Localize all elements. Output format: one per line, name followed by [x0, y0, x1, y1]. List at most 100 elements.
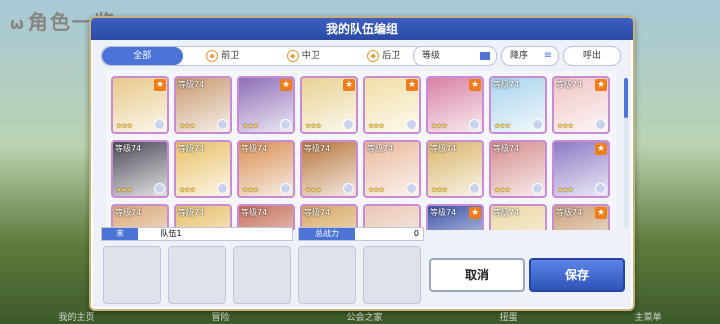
- role-icon: [406, 183, 417, 194]
- role-icon: [280, 119, 291, 130]
- character-grid: ★★★ ★ 等级74 ★★★ ★★★ ★ ★★★ ★ ★★★ ★ ★★★ ★ 等级74 ★★★ 等级74 ★★…: [106, 71, 616, 230]
- card-level: 等级74: [304, 208, 331, 217]
- character-card[interactable]: ★★★ ★: [426, 76, 484, 134]
- card-level: 等级74: [367, 144, 394, 153]
- role-icon: [469, 119, 480, 130]
- character-card[interactable]: ★★★ ★: [300, 76, 358, 134]
- card-stars: ★★★: [116, 122, 133, 130]
- total-power-bar: 总战力 0: [298, 227, 424, 241]
- character-card[interactable]: ★★★ ★: [363, 76, 421, 134]
- card-stars: ★★★: [179, 186, 196, 194]
- favorite-star-icon: ★: [595, 79, 607, 91]
- card-stars: ★★★: [305, 122, 322, 130]
- tab-middle-label: 中卫: [301, 51, 320, 61]
- card-level: 等级74: [493, 80, 520, 89]
- character-card[interactable]: 等级74 ★★★: [111, 140, 169, 198]
- card-level: 等级74: [304, 144, 331, 153]
- team-slot-4[interactable]: [298, 246, 356, 304]
- order-toggle[interactable]: 降序 ≡: [501, 46, 559, 66]
- sort-icon: [480, 52, 490, 60]
- character-card[interactable]: ★★★ ★: [552, 140, 610, 198]
- tab-back-label: 后卫: [382, 51, 401, 61]
- card-stars: ★★★: [557, 122, 574, 130]
- character-card[interactable]: 等级74 ★★★: [489, 76, 547, 134]
- character-card[interactable]: ★★★ ★: [237, 76, 295, 134]
- card-level: 等级74: [556, 208, 583, 217]
- tab-middle[interactable]: ◆ 中卫: [263, 47, 344, 65]
- call-label: 呼出: [582, 51, 601, 61]
- tab-front[interactable]: ◆ 前卫: [183, 47, 264, 65]
- character-card[interactable]: 等级74★★★: [363, 140, 421, 198]
- scrollbar-thumb[interactable]: [624, 78, 628, 118]
- card-level: 等级74: [115, 208, 142, 217]
- team-name-bar: 末 队伍1: [101, 227, 293, 241]
- nav-adventure[interactable]: 冒险: [211, 310, 229, 324]
- tab-all[interactable]: 全部: [102, 47, 183, 65]
- card-stars: ★★★: [242, 122, 259, 130]
- card-level: 等级74: [115, 144, 142, 153]
- call-button[interactable]: 呼出: [563, 46, 621, 66]
- grid-scrollbar[interactable]: [624, 78, 628, 228]
- card-stars: ★★★: [494, 122, 511, 130]
- team-slot-3[interactable]: [233, 246, 291, 304]
- nav-guild[interactable]: 公会之家: [346, 310, 382, 324]
- card-level: 等级74: [241, 144, 268, 153]
- nav-menu[interactable]: 主菜单: [634, 310, 661, 324]
- card-level: 等级74: [178, 80, 205, 89]
- dialog-title: 我的队伍编组: [91, 18, 633, 40]
- role-icon: [406, 119, 417, 130]
- character-card[interactable]: 等级74★★★: [237, 140, 295, 198]
- role-icon: [154, 183, 165, 194]
- role-icon: [532, 119, 543, 130]
- role-icon: [595, 183, 606, 194]
- character-card[interactable]: 等级74★★★★: [426, 204, 484, 230]
- swirl-icon: ω: [10, 14, 26, 33]
- character-card[interactable]: ★★★ ★: [111, 76, 169, 134]
- favorite-star-icon: ★: [154, 79, 166, 91]
- nav-gacha[interactable]: 扭蛋: [499, 310, 517, 324]
- card-stars: ★★★: [116, 186, 133, 194]
- card-stars: ★★★: [368, 122, 385, 130]
- character-card[interactable]: 等级74★★★★: [552, 204, 610, 230]
- middle-icon: ◆: [286, 50, 299, 62]
- nav-home[interactable]: 我的主页: [58, 310, 94, 324]
- card-stars: ★★★: [179, 122, 196, 130]
- back-icon: ◆: [367, 50, 380, 62]
- order-label: 降序: [510, 51, 529, 61]
- filter-tabs: 全部 ◆ 前卫 ◆ 中卫 ◆ 后卫: [101, 46, 425, 66]
- cancel-button[interactable]: 取消: [429, 258, 525, 292]
- role-icon: [217, 119, 228, 130]
- front-icon: ◆: [206, 50, 219, 62]
- team-name: 队伍1: [160, 229, 182, 238]
- card-stars: ★★★: [431, 186, 448, 194]
- character-card[interactable]: 等级74★★★: [489, 140, 547, 198]
- character-card[interactable]: 等级74 ★★★: [174, 140, 232, 198]
- total-power-label: 总战力: [299, 228, 355, 240]
- team-slot-1[interactable]: [103, 246, 161, 304]
- character-card[interactable]: 等级74★★★: [489, 204, 547, 230]
- team-rank-icon: 末: [102, 228, 138, 240]
- role-icon: [469, 183, 480, 194]
- team-slot-2[interactable]: [168, 246, 226, 304]
- sort-select[interactable]: 等级: [413, 46, 497, 66]
- role-icon: [343, 119, 354, 130]
- role-icon: [532, 183, 543, 194]
- card-stars: ★★★: [494, 186, 511, 194]
- favorite-star-icon: ★: [280, 79, 292, 91]
- character-card[interactable]: 等级74★★★: [300, 140, 358, 198]
- character-card[interactable]: 等级74★★★: [426, 140, 484, 198]
- save-button[interactable]: 保存: [529, 258, 625, 292]
- character-card[interactable]: 等级74★★★★: [552, 76, 610, 134]
- card-level: 等级74: [556, 80, 583, 89]
- card-level: 等级74: [241, 208, 268, 217]
- favorite-star-icon: ★: [406, 79, 418, 91]
- bottom-nav: 我的主页 冒险 公会之家 扭蛋 主菜单: [0, 310, 720, 324]
- card-stars: ★★★: [431, 122, 448, 130]
- sort-label: 等级: [422, 51, 441, 61]
- team-slot-5[interactable]: [363, 246, 421, 304]
- character-card[interactable]: 等级74 ★★★: [174, 76, 232, 134]
- card-level: 等级74: [178, 144, 205, 153]
- tab-back[interactable]: ◆ 后卫: [344, 47, 425, 65]
- role-icon: [280, 183, 291, 194]
- role-icon: [595, 119, 606, 130]
